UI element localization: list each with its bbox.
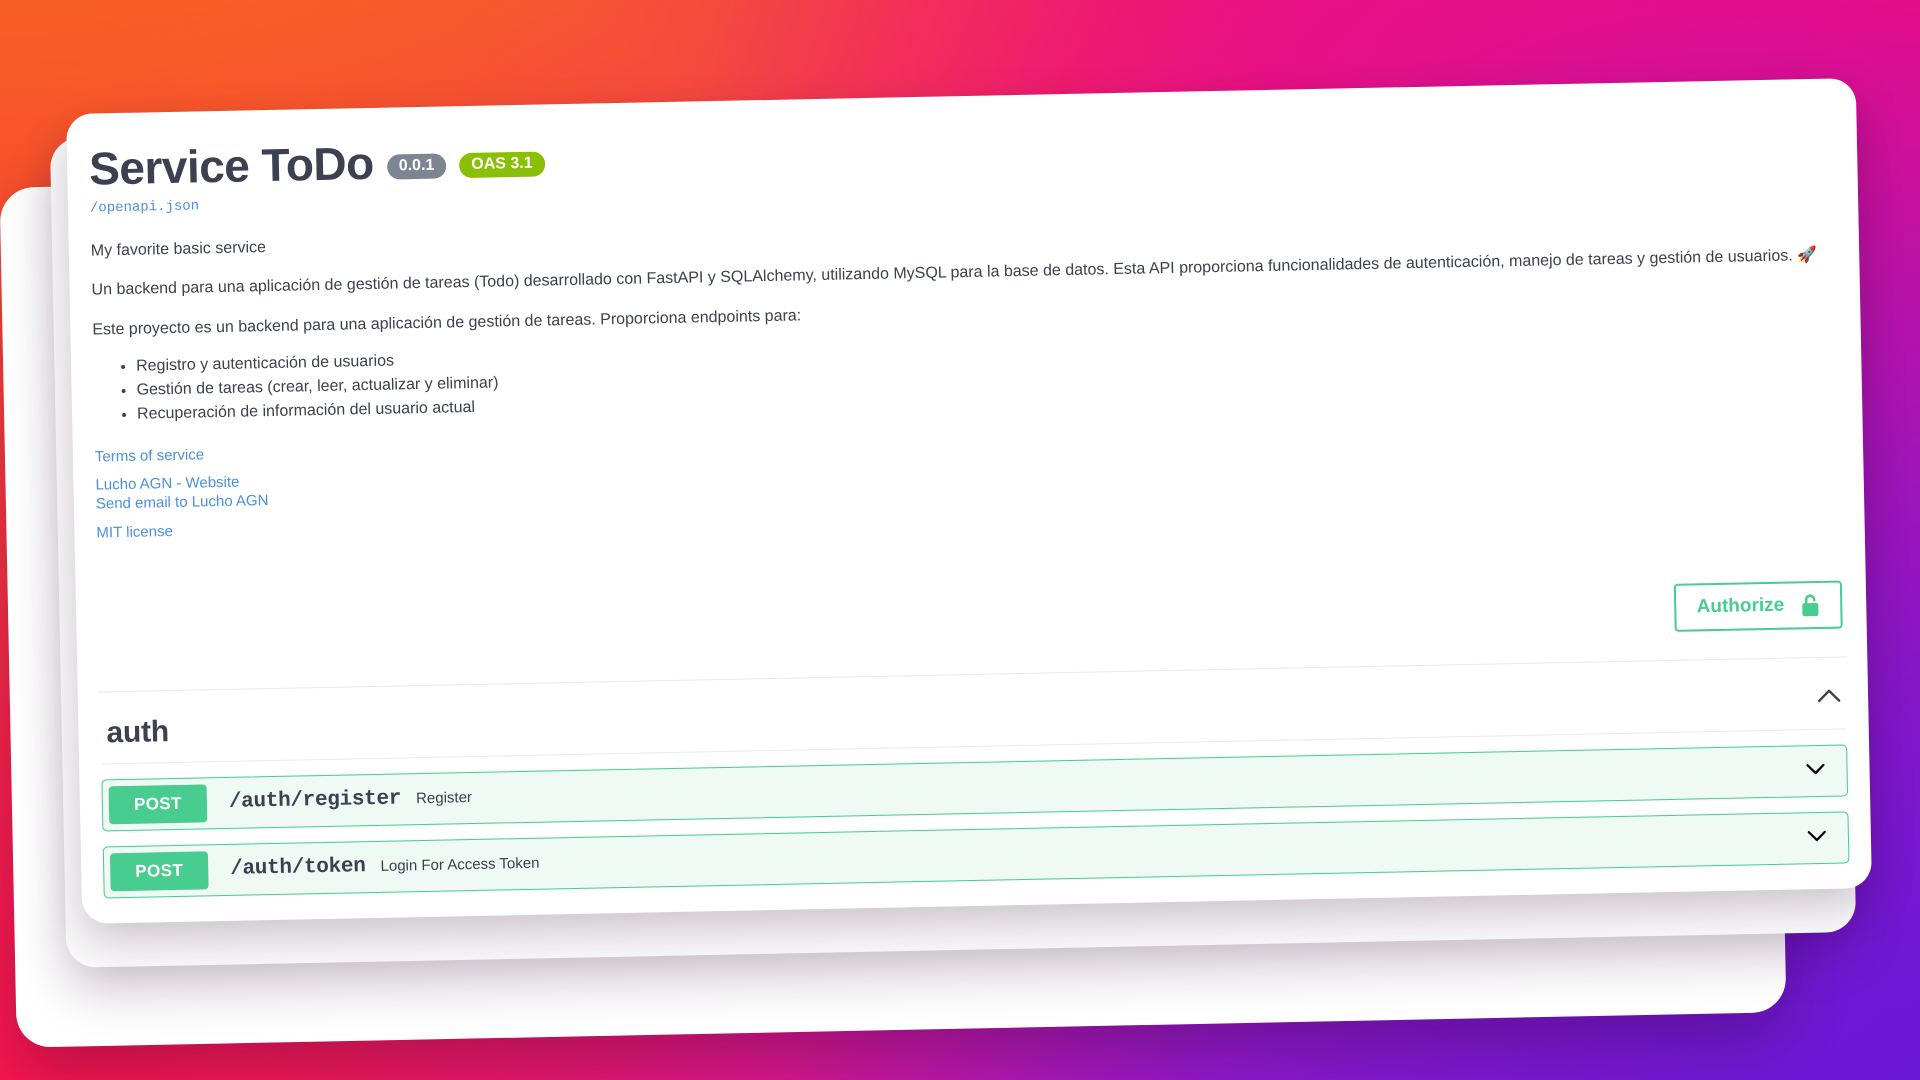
api-title-row: Service ToDo 0.0.1 OAS 3.1 [88, 111, 1834, 195]
api-feature-list: Registro y autenticación de usuarios Ges… [93, 321, 1838, 428]
tag-section-auth: auth POST /auth/register Register POST /… [78, 657, 1872, 899]
swagger-ui: Service ToDo 0.0.1 OAS 3.1 /openapi.json… [66, 78, 1872, 924]
api-meta-links: Terms of service Lucho AGN - Website Sen… [95, 413, 1841, 543]
chevron-down-icon[interactable] [1802, 755, 1829, 787]
api-info-block: Service ToDo 0.0.1 OAS 3.1 /openapi.json… [66, 78, 1864, 543]
swagger-ui-card: Service ToDo 0.0.1 OAS 3.1 /openapi.json… [66, 78, 1872, 924]
operation-method-badge: POST [109, 851, 209, 891]
operation-summary: Register [415, 789, 473, 808]
version-badge: 0.0.1 [386, 152, 447, 180]
authorize-wrapper: Authorize [76, 580, 1867, 664]
background-stage: Service ToDo 0.0.1 OAS 3.1 /openapi.json… [0, 0, 1920, 1080]
operation-method-badge: POST [108, 784, 208, 824]
page-title: Service ToDo [88, 136, 375, 195]
authorize-button-label: Authorize [1696, 594, 1785, 618]
chevron-down-icon[interactable] [1804, 822, 1831, 854]
tag-name-label: auth [106, 715, 170, 750]
openapi-spec-link[interactable]: /openapi.json [90, 198, 200, 216]
chevron-up-icon[interactable] [1814, 681, 1845, 717]
authorize-button[interactable]: Authorize [1674, 580, 1843, 632]
operation-path: /auth/register [228, 787, 402, 815]
operation-path: /auth/token [230, 855, 366, 882]
unlock-icon [1800, 593, 1820, 617]
operation-summary: Login For Access Token [380, 854, 540, 876]
oas-version-badge: OAS 3.1 [459, 150, 545, 178]
